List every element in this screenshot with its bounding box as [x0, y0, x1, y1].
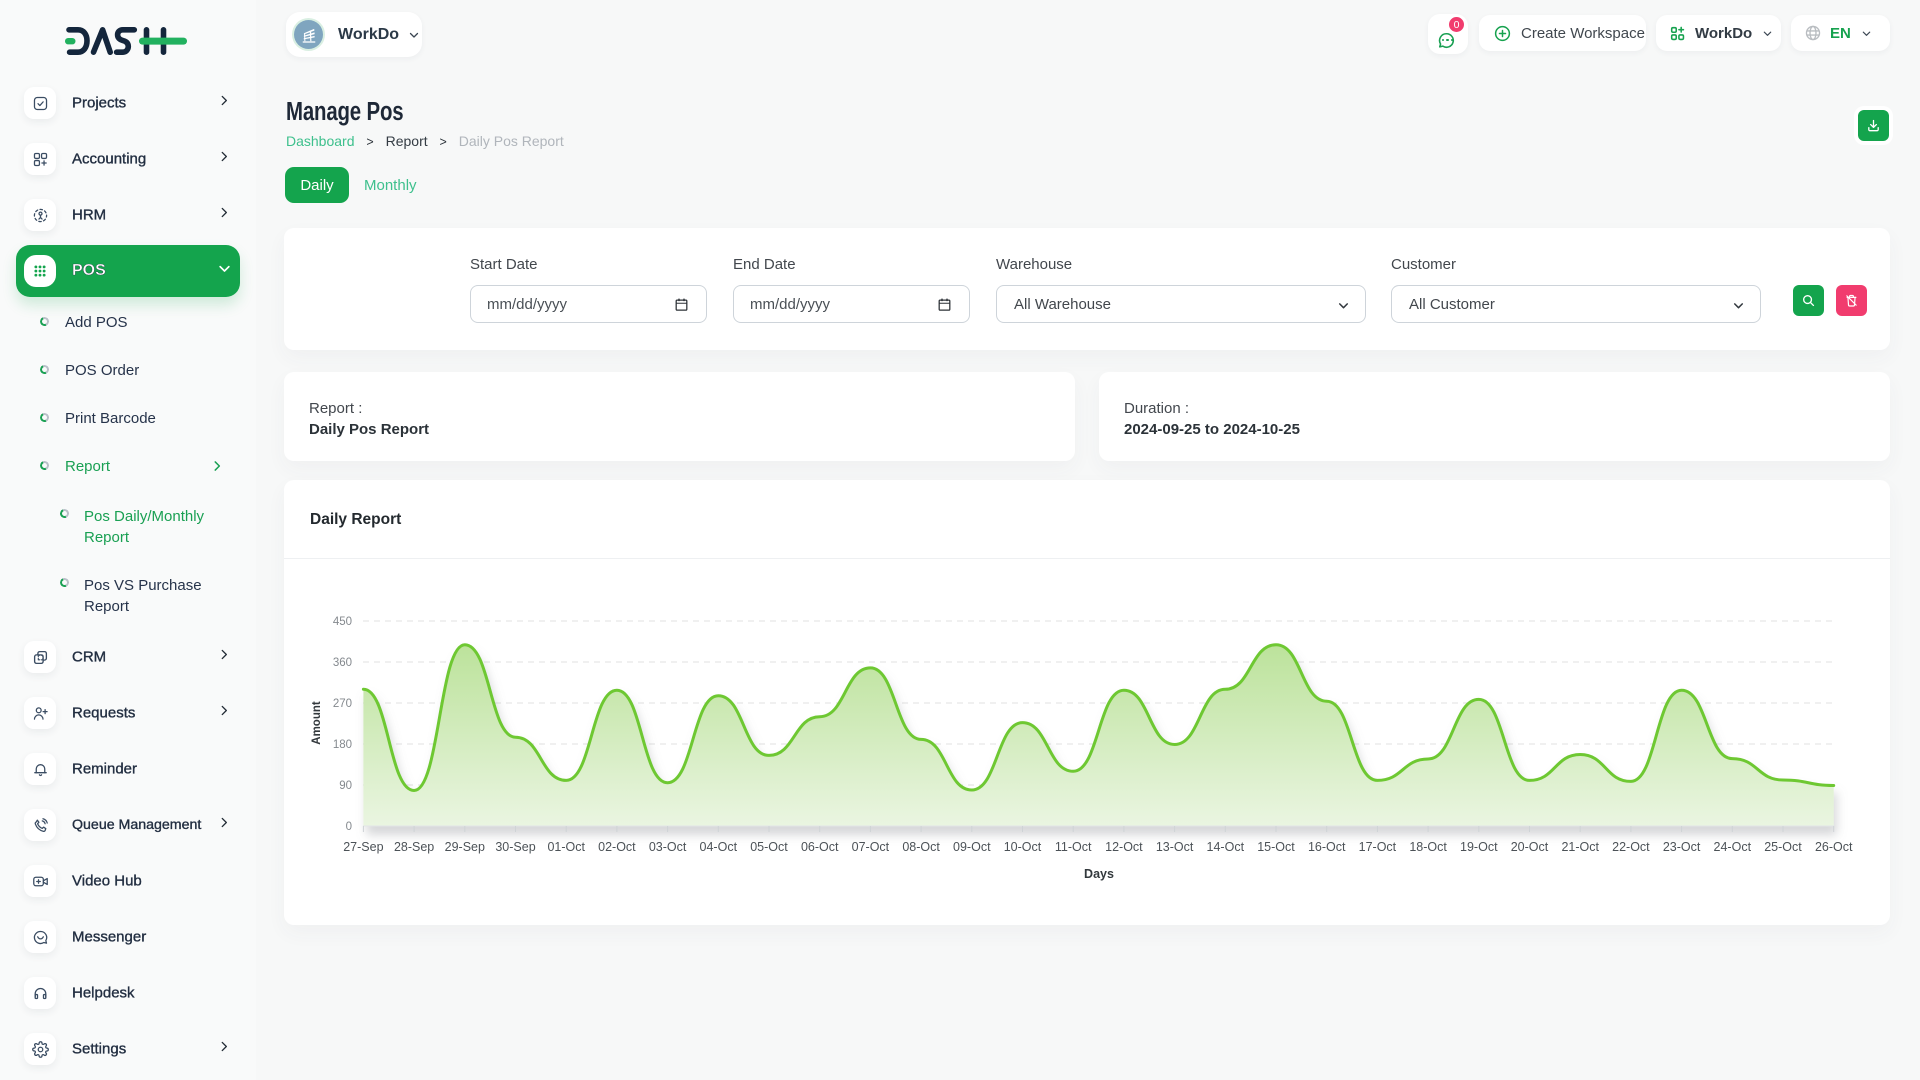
svg-text:27-Sep: 27-Sep — [343, 840, 383, 854]
svg-text:05-Oct: 05-Oct — [750, 840, 788, 854]
svg-text:22-Oct: 22-Oct — [1612, 840, 1650, 854]
svg-text:30-Sep: 30-Sep — [495, 840, 535, 854]
svg-text:07-Oct: 07-Oct — [852, 840, 890, 854]
svg-text:Amount: Amount — [311, 701, 323, 745]
svg-text:15-Oct: 15-Oct — [1257, 840, 1295, 854]
svg-text:25-Oct: 25-Oct — [1764, 840, 1802, 854]
svg-text:12-Oct: 12-Oct — [1105, 840, 1143, 854]
svg-text:16-Oct: 16-Oct — [1308, 840, 1346, 854]
svg-text:28-Sep: 28-Sep — [394, 840, 434, 854]
svg-text:10-Oct: 10-Oct — [1004, 840, 1042, 854]
svg-text:01-Oct: 01-Oct — [547, 840, 585, 854]
svg-text:24-Oct: 24-Oct — [1714, 840, 1752, 854]
svg-text:03-Oct: 03-Oct — [649, 840, 687, 854]
svg-text:450: 450 — [333, 616, 352, 628]
svg-text:11-Oct: 11-Oct — [1055, 840, 1092, 854]
svg-text:14-Oct: 14-Oct — [1207, 840, 1245, 854]
svg-text:29-Sep: 29-Sep — [445, 840, 485, 854]
svg-text:21-Oct: 21-Oct — [1561, 840, 1599, 854]
svg-text:23-Oct: 23-Oct — [1663, 840, 1701, 854]
svg-text:270: 270 — [333, 698, 352, 710]
svg-text:17-Oct: 17-Oct — [1359, 840, 1397, 854]
svg-text:360: 360 — [333, 657, 352, 669]
svg-text:90: 90 — [339, 780, 352, 792]
svg-text:13-Oct: 13-Oct — [1156, 840, 1194, 854]
svg-text:08-Oct: 08-Oct — [902, 840, 940, 854]
svg-text:Days: Days — [1084, 867, 1114, 881]
svg-text:20-Oct: 20-Oct — [1511, 840, 1549, 854]
svg-text:19-Oct: 19-Oct — [1460, 840, 1498, 854]
svg-text:18-Oct: 18-Oct — [1409, 840, 1447, 854]
svg-text:02-Oct: 02-Oct — [598, 840, 636, 854]
svg-text:04-Oct: 04-Oct — [700, 840, 738, 854]
svg-text:180: 180 — [333, 739, 352, 751]
svg-text:09-Oct: 09-Oct — [953, 840, 991, 854]
svg-text:0: 0 — [346, 821, 352, 833]
svg-text:26-Oct: 26-Oct — [1815, 840, 1853, 854]
svg-text:06-Oct: 06-Oct — [801, 840, 839, 854]
